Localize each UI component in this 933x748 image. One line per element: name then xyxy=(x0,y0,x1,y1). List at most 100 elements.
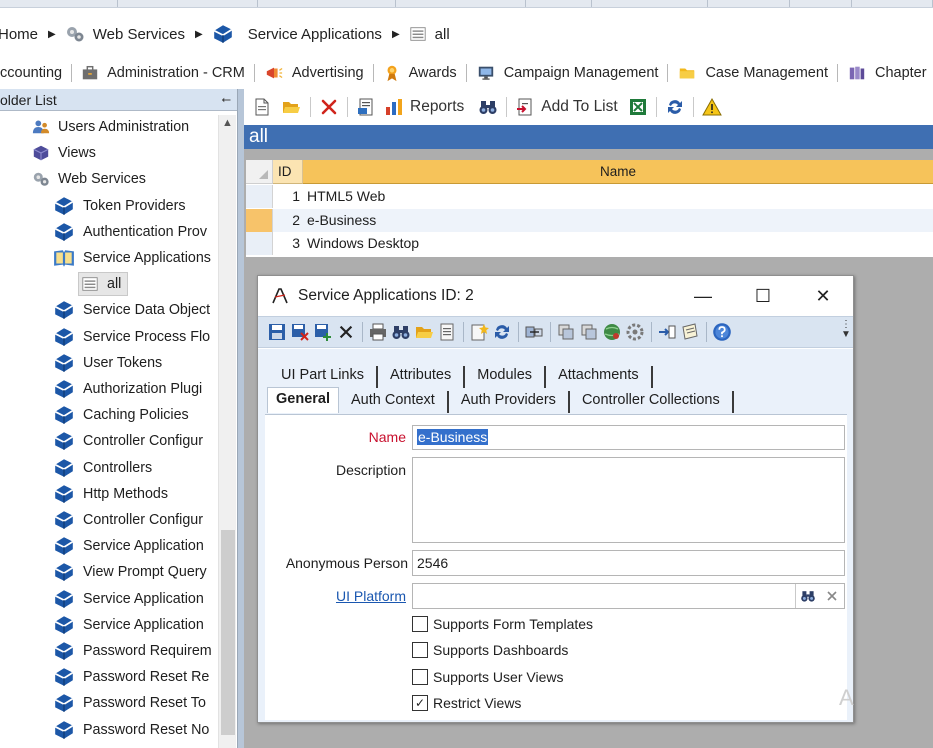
tree-item[interactable]: Password Requirem xyxy=(53,639,212,663)
checkbox[interactable] xyxy=(412,668,428,685)
pin-icon[interactable]: ⭠ xyxy=(221,92,231,107)
tree-item[interactable]: Service Application xyxy=(53,587,204,611)
row-selector[interactable] xyxy=(246,185,273,208)
nav-item-campaign-management[interactable]: Campaign Management xyxy=(467,64,669,82)
tree-item[interactable]: Http Methods xyxy=(53,482,168,506)
refresh-button[interactable] xyxy=(665,97,685,117)
tree-item[interactable]: Views xyxy=(32,141,96,165)
tree-item[interactable]: Service Application xyxy=(53,534,204,558)
nav-item-accounting[interactable]: ccounting xyxy=(0,64,73,82)
search-button[interactable] xyxy=(390,321,412,343)
ui-platform-lookup[interactable] xyxy=(412,583,845,609)
tab-attributes[interactable]: Attributes xyxy=(378,366,466,388)
column-header-name[interactable]: Name xyxy=(303,160,933,184)
name-field[interactable]: e-Business xyxy=(412,425,845,450)
checkbox-row[interactable]: Supports User Views xyxy=(412,668,563,685)
tab-ui-part-links[interactable]: UI Part Links xyxy=(269,366,378,388)
ui-platform-link[interactable]: UI Platform xyxy=(300,588,406,604)
nav-item-administration-crm[interactable]: Administration - CRM xyxy=(72,64,255,82)
breadcrumb-service-applications[interactable]: Service Applications xyxy=(212,23,382,45)
table-row[interactable]: 2 e-Business xyxy=(246,208,933,232)
note-button[interactable] xyxy=(679,321,701,343)
delete-button[interactable] xyxy=(319,97,339,117)
tree-item[interactable]: Password Reset No xyxy=(53,718,209,742)
lookup-clear-button[interactable] xyxy=(820,584,844,608)
tab-auth-context[interactable]: Auth Context xyxy=(339,391,449,413)
save-button[interactable] xyxy=(266,321,288,343)
toolbar-overflow-icon[interactable]: ⋮ ▼ xyxy=(841,320,851,340)
table-row[interactable]: 3 Windows Desktop xyxy=(246,232,933,255)
checkbox[interactable] xyxy=(412,616,428,632)
tree-item[interactable]: Controller Configur xyxy=(53,429,203,453)
tree-item[interactable]: Authentication Prov xyxy=(53,220,207,244)
scroll-up-icon[interactable]: ▲ xyxy=(222,117,233,129)
nav-item-case-management[interactable]: Case Management xyxy=(668,64,838,82)
tree-item[interactable]: User Tokens xyxy=(53,351,162,375)
print-button[interactable] xyxy=(367,321,389,343)
new-button[interactable] xyxy=(252,97,272,117)
save-and-new-button[interactable] xyxy=(312,321,334,343)
checkbox-row[interactable]: ✓ Restrict Views xyxy=(412,694,521,711)
export-button[interactable] xyxy=(356,97,376,117)
tab-modules[interactable]: Modules xyxy=(465,366,547,388)
tree-item[interactable]: all xyxy=(78,272,129,297)
settings-button[interactable] xyxy=(624,321,646,343)
reports-button[interactable]: Reports xyxy=(384,97,464,117)
open-folder-button[interactable] xyxy=(413,321,435,343)
checkbox-row[interactable]: Supports Form Templates xyxy=(412,616,593,632)
nav-item-awards[interactable]: Awards xyxy=(374,64,467,82)
tab-controller-collections[interactable]: Controller Collections xyxy=(570,391,734,413)
search-button[interactable] xyxy=(478,97,498,117)
open-button[interactable] xyxy=(280,97,302,117)
tab-general[interactable]: General xyxy=(267,387,339,413)
tab-attachments[interactable]: Attachments xyxy=(546,366,653,388)
checkbox-row[interactable]: Supports Dashboards xyxy=(412,642,568,659)
tree-item[interactable]: Password Reset To xyxy=(53,691,206,715)
close-button[interactable]: ✕ xyxy=(793,276,853,316)
folder-list-scrollbar[interactable]: ▲ xyxy=(218,115,236,748)
tree-item[interactable]: Controllers xyxy=(53,456,152,480)
grid-select-all[interactable] xyxy=(246,160,273,184)
row-selector[interactable] xyxy=(246,208,273,232)
nav-item-advertising[interactable]: Advertising xyxy=(255,64,374,82)
description-field[interactable] xyxy=(412,457,845,543)
tree-item[interactable]: Service Application xyxy=(53,613,204,637)
checkbox[interactable] xyxy=(412,642,428,659)
breadcrumb-web-services[interactable]: Web Services xyxy=(65,24,185,44)
refresh-button[interactable] xyxy=(491,321,513,343)
duplicate-button[interactable] xyxy=(578,321,600,343)
save-and-close-button[interactable] xyxy=(289,321,311,343)
dialog-title-bar[interactable]: Service Applications ID: 2 — ☐ ✕ xyxy=(258,276,853,316)
breadcrumb-all[interactable]: all xyxy=(409,25,450,43)
tab-auth-providers[interactable]: Auth Providers xyxy=(449,391,570,413)
lookup-search-button[interactable] xyxy=(796,584,820,608)
column-header-id[interactable]: ID xyxy=(273,160,303,184)
tree-item[interactable]: Service Applications xyxy=(53,246,211,270)
nav-item-chapter[interactable]: Chapter xyxy=(838,64,933,82)
tree-item[interactable]: Token Providers xyxy=(53,194,186,218)
tree-item[interactable]: View Prompt Query xyxy=(53,560,207,584)
tree-item[interactable]: Password Reset Re xyxy=(53,665,209,689)
document-button[interactable] xyxy=(436,321,458,343)
checkbox[interactable]: ✓ xyxy=(412,694,428,711)
add-to-list-button[interactable]: Add To List xyxy=(515,97,618,117)
scrollbar-thumb[interactable] xyxy=(221,530,235,735)
row-selector[interactable] xyxy=(246,232,273,255)
favorite-document-button[interactable] xyxy=(468,321,490,343)
help-button[interactable] xyxy=(711,321,733,343)
discard-button[interactable] xyxy=(335,321,357,343)
tree-item[interactable]: Service Process Flo xyxy=(53,325,210,349)
tree-item[interactable]: Caching Policies xyxy=(53,403,189,427)
minimize-button[interactable]: — xyxy=(673,276,733,316)
warnings-button[interactable] xyxy=(702,97,722,117)
table-row[interactable]: 1 HTML5 Web xyxy=(246,185,933,208)
tree-item[interactable]: Web Services xyxy=(32,167,146,191)
import-button[interactable] xyxy=(656,321,678,343)
anonymous-person-field[interactable]: 2546 xyxy=(412,550,845,576)
maximize-button[interactable]: ☐ xyxy=(733,276,793,316)
breadcrumb-home[interactable]: Home xyxy=(0,26,38,43)
web-button[interactable] xyxy=(601,321,623,343)
tree-item[interactable]: Controller Configur xyxy=(53,508,203,532)
copy-button[interactable] xyxy=(555,321,577,343)
tree-item[interactable]: Users Administration xyxy=(32,115,189,139)
